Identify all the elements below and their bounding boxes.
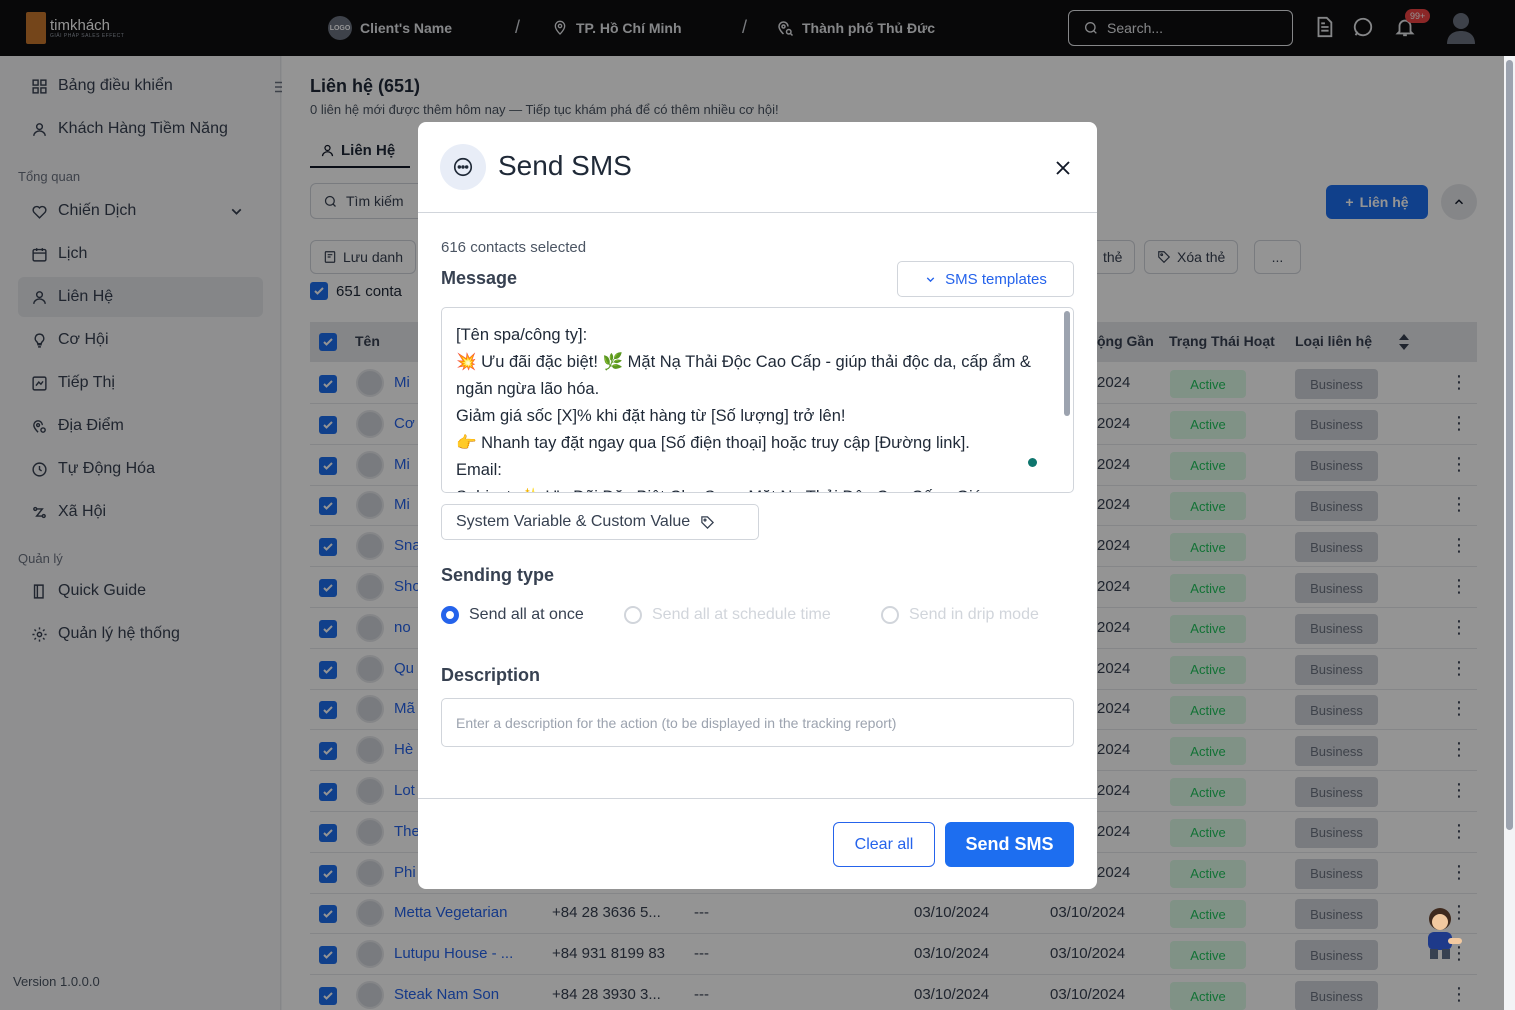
radio-button-selected[interactable] bbox=[441, 606, 459, 624]
radio-send-in-drip-mode[interactable]: Send in drip mode bbox=[881, 606, 1039, 624]
message-textarea[interactable]: [Tên spa/công ty]: 💥 Ưu đãi đặc biệt! 🌿 … bbox=[441, 307, 1074, 493]
system-variable-button[interactable]: System Variable & Custom Value bbox=[441, 504, 759, 540]
message-label: Message bbox=[441, 268, 518, 288]
send-sms-button[interactable]: Send SMS bbox=[945, 822, 1074, 867]
sending-type-label: Sending type bbox=[441, 565, 555, 585]
textarea-scrollbar[interactable] bbox=[1064, 311, 1070, 416]
radio-label: Send all at schedule time bbox=[652, 606, 831, 623]
sms-templates-button[interactable]: SMS templates bbox=[897, 261, 1074, 297]
assistant-mascot-icon[interactable] bbox=[1418, 905, 1466, 961]
description-input[interactable] bbox=[441, 698, 1074, 747]
page-scrollbar[interactable] bbox=[1504, 56, 1515, 1010]
description-label: Description bbox=[441, 665, 541, 685]
sms-templates-label: SMS templates bbox=[945, 270, 1047, 288]
clear-all-button[interactable]: Clear all bbox=[833, 822, 935, 867]
radio-label: Send in drip mode bbox=[909, 606, 1039, 623]
message-content: [Tên spa/công ty]: 💥 Ưu đãi đặc biệt! 🌿 … bbox=[456, 326, 1031, 492]
radio-send-all-at-once[interactable]: Send all at once bbox=[441, 606, 584, 624]
close-button[interactable] bbox=[1051, 156, 1075, 180]
radio-label: Send all at once bbox=[469, 606, 584, 623]
dialog-footer: Clear all Send SMS bbox=[418, 798, 1097, 889]
radio-send-at-schedule-time[interactable]: Send all at schedule time bbox=[624, 606, 831, 624]
dialog-title: Send SMS bbox=[498, 150, 632, 181]
sms-chat-icon bbox=[440, 144, 486, 190]
close-icon bbox=[1056, 161, 1070, 175]
radio-button[interactable] bbox=[881, 606, 899, 624]
radio-button[interactable] bbox=[624, 606, 642, 624]
tag-icon bbox=[701, 515, 715, 529]
grammar-check-indicator[interactable] bbox=[1028, 458, 1037, 467]
contacts-selected-count: 616 contacts selected bbox=[441, 239, 587, 256]
send-sms-dialog: Send SMS 616 contacts selected Message S… bbox=[418, 122, 1097, 889]
chevron-down-icon bbox=[926, 276, 935, 282]
system-variable-label: System Variable & Custom Value bbox=[456, 513, 691, 530]
dialog-header: Send SMS bbox=[418, 122, 1097, 213]
scrollbar-thumb[interactable] bbox=[1506, 60, 1513, 830]
